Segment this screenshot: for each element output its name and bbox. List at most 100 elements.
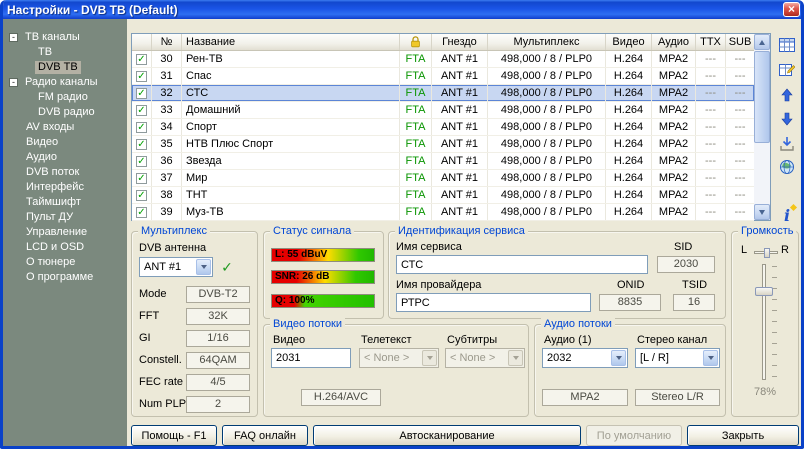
channel-row[interactable]: ✓34СпортFTAANT #1498,000 / 8 / PLP0H.264…: [132, 119, 754, 136]
volume-slider[interactable]: [762, 264, 766, 380]
channel-enabled-checkbox[interactable]: ✓: [132, 187, 152, 203]
onid-value: 8835: [599, 294, 661, 311]
channel-audio-codec: MPA2: [652, 102, 696, 118]
sidebar-item-о-тюнере[interactable]: О тюнере: [3, 255, 127, 270]
volume-group-caption: Громкость: [738, 225, 796, 237]
stereo-label: Стерео канал: [637, 334, 707, 347]
channel-enabled-checkbox[interactable]: ✓: [132, 51, 152, 67]
scrollbar-thumb[interactable]: [754, 51, 770, 143]
checkmark-icon: ✓: [136, 139, 147, 150]
sidebar-item-тв-каналы[interactable]: -ТВ каналы: [3, 30, 127, 45]
autoscan-button[interactable]: Автосканирование: [313, 425, 581, 446]
channel-enabled-checkbox[interactable]: ✓: [132, 136, 152, 152]
column-header-encryption[interactable]: [400, 34, 432, 50]
web-button[interactable]: [776, 156, 798, 178]
scroll-up-icon: [759, 40, 765, 45]
scroll-down-button[interactable]: [754, 204, 770, 220]
channel-enabled-checkbox[interactable]: ✓: [132, 119, 152, 135]
sidebar-item-таймшифт[interactable]: Таймшифт: [3, 195, 127, 210]
column-header-number[interactable]: №: [152, 34, 182, 50]
sidebar-item-dvb-поток[interactable]: DVB поток: [3, 165, 127, 180]
move-down-button[interactable]: [776, 108, 798, 130]
column-header-enabled[interactable]: [132, 34, 152, 50]
edit-channel-button[interactable]: [776, 58, 798, 80]
sidebar-item-fm-радио[interactable]: FM радио: [3, 90, 127, 105]
sidebar-item-av-входы[interactable]: AV входы: [3, 120, 127, 135]
provider-name-input[interactable]: [396, 293, 591, 312]
stereo-select[interactable]: [L / R]: [635, 348, 720, 368]
dropdown-arrow-icon: [703, 350, 718, 366]
channel-row[interactable]: ✓32СТСFTAANT #1498,000 / 8 / PLP0H.264MP…: [132, 85, 754, 102]
channel-video-codec: H.264: [606, 170, 652, 186]
volume-thumb[interactable]: [755, 287, 773, 296]
column-header-ttx[interactable]: TTX: [696, 34, 726, 50]
sidebar-item-lcd-и-osd[interactable]: LCD и OSD: [3, 240, 127, 255]
channel-row[interactable]: ✓36ЗвездаFTAANT #1498,000 / 8 / PLP0H.26…: [132, 153, 754, 170]
sidebar-item-аудио[interactable]: Аудио: [3, 150, 127, 165]
sidebar-item-управление[interactable]: Управление: [3, 225, 127, 240]
channel-enabled-checkbox[interactable]: ✓: [132, 102, 152, 118]
faq-button[interactable]: FAQ онлайн: [222, 425, 308, 446]
channel-number: 33: [152, 102, 182, 118]
channel-number: 31: [152, 68, 182, 84]
column-header-multiplex[interactable]: Мультиплекс: [488, 34, 606, 50]
close-button[interactable]: ×: [783, 2, 800, 17]
channel-list-button[interactable]: [776, 34, 798, 56]
channel-row[interactable]: ✓33ДомашнийFTAANT #1498,000 / 8 / PLP0H.…: [132, 102, 754, 119]
titlebar[interactable]: Настройки - DVB ТВ (Default) ×: [0, 0, 804, 19]
service-name-input[interactable]: [396, 255, 648, 274]
defaults-button[interactable]: По умолчанию: [586, 425, 682, 446]
close-dialog-button[interactable]: Закрыть: [687, 425, 799, 446]
channel-access: FTA: [400, 68, 432, 84]
help-button[interactable]: Помощь - F1: [131, 425, 217, 446]
balance-thumb[interactable]: [764, 248, 770, 258]
channel-row[interactable]: ✓39Муз-ТВFTAANT #1498,000 / 8 / PLP0H.26…: [132, 204, 754, 221]
channel-row[interactable]: ✓31СпасFTAANT #1498,000 / 8 / PLP0H.264M…: [132, 68, 754, 85]
sidebar-item-label: DVB радио: [35, 106, 98, 119]
channel-name: Мир: [182, 170, 400, 186]
column-header-name[interactable]: Название: [182, 34, 400, 50]
subtitles-select[interactable]: < None >: [445, 348, 525, 368]
sidebar-item-тв[interactable]: ТВ: [3, 45, 127, 60]
channel-row[interactable]: ✓30Рен-ТВFTAANT #1498,000 / 8 / PLP0H.26…: [132, 51, 754, 68]
teletext-select[interactable]: < None >: [359, 348, 439, 368]
column-header-socket[interactable]: Гнездо: [432, 34, 488, 50]
channel-access: FTA: [400, 102, 432, 118]
sidebar-item-видео[interactable]: Видео: [3, 135, 127, 150]
channel-enabled-checkbox[interactable]: ✓: [132, 85, 152, 101]
sidebar-item-радио-каналы[interactable]: -Радио каналы: [3, 75, 127, 90]
checkmark-icon: ✓: [136, 173, 147, 184]
import-button[interactable]: [776, 132, 798, 154]
channel-socket: ANT #1: [432, 85, 488, 101]
channel-row[interactable]: ✓35НТВ Плюс СпортFTAANT #1498,000 / 8 / …: [132, 136, 754, 153]
video-pid-input[interactable]: [271, 348, 351, 368]
channel-subtitles: ---: [726, 187, 754, 203]
move-up-button[interactable]: [776, 84, 798, 106]
sidebar-item-label: Видео: [23, 136, 61, 149]
tree-expander-icon[interactable]: -: [9, 33, 18, 42]
channel-enabled-checkbox[interactable]: ✓: [132, 170, 152, 186]
channel-name: Звезда: [182, 153, 400, 169]
channel-multiplex: 498,000 / 8 / PLP0: [488, 85, 606, 101]
channel-row[interactable]: ✓38ТНТFTAANT #1498,000 / 8 / PLP0H.264MP…: [132, 187, 754, 204]
tree-expander-icon[interactable]: -: [9, 78, 18, 87]
channel-enabled-checkbox[interactable]: ✓: [132, 68, 152, 84]
sidebar-item-интерфейс[interactable]: Интерфейс: [3, 180, 127, 195]
scroll-up-button[interactable]: [754, 34, 770, 50]
channel-multiplex: 498,000 / 8 / PLP0: [488, 187, 606, 203]
sidebar-item-пульт-ду[interactable]: Пульт ДУ: [3, 210, 127, 225]
column-header-video[interactable]: Видео: [606, 34, 652, 50]
sidebar-item-dvb-радио[interactable]: DVB радио: [3, 105, 127, 120]
channel-enabled-checkbox[interactable]: ✓: [132, 153, 152, 169]
sidebar-item-о-программе[interactable]: О программе: [3, 270, 127, 285]
channel-access: FTA: [400, 51, 432, 67]
balance-slider[interactable]: [754, 251, 778, 254]
channel-enabled-checkbox[interactable]: ✓: [132, 204, 152, 220]
info-button[interactable]: i: [776, 204, 798, 226]
channel-row[interactable]: ✓37МирFTAANT #1498,000 / 8 / PLP0H.264MP…: [132, 170, 754, 187]
audio-pid-select[interactable]: 2032: [542, 348, 628, 368]
column-header-sub[interactable]: SUB: [726, 34, 754, 50]
column-header-audio[interactable]: Аудио: [652, 34, 696, 50]
sidebar-item-dvb-тв[interactable]: DVB ТВ: [3, 60, 127, 75]
sidebar-item-label: Аудио: [23, 151, 60, 164]
